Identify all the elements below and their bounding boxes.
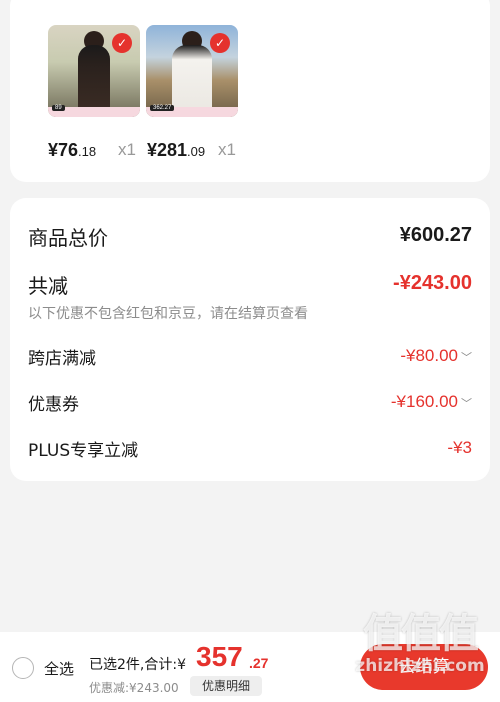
select-all-label[interactable]: 全选 bbox=[44, 658, 74, 679]
total-price-label: 商品总价 bbox=[28, 226, 108, 250]
product-price-2: ¥281.09 bbox=[147, 140, 205, 161]
chevron-down-icon: ﹀ bbox=[461, 352, 472, 364]
discount-label: 跨店满减 bbox=[28, 349, 96, 369]
select-all-radio[interactable] bbox=[12, 657, 34, 679]
discount-label: 优惠券 bbox=[28, 395, 79, 415]
product-qty-1: x1 bbox=[118, 140, 136, 159]
selected-check-icon[interactable]: ✓ bbox=[210, 33, 230, 53]
discount-amount: -¥160.00 bbox=[390, 392, 458, 411]
discount-value: -¥3 bbox=[447, 438, 472, 457]
products-card: 89 ✓ ¥76.18 x1 362.27 ✓ ¥281.09 x1 bbox=[10, 0, 490, 182]
discount-detail-button[interactable]: 优惠明细 bbox=[190, 676, 262, 696]
selected-check-icon[interactable]: ✓ bbox=[112, 33, 132, 53]
total-amount-dec: .27 bbox=[249, 655, 269, 671]
price-summary-card: 商品总价 ¥600.27 共减 -¥243.00 以下优惠不包含红包和京豆，请在… bbox=[10, 198, 490, 481]
total-reduce-value: -¥243.00 bbox=[393, 272, 472, 294]
total-amount-int: 357 bbox=[196, 641, 243, 672]
checkout-bar: 全选 已选2件,合计:¥ 357 .27 优惠减:¥243.00 优惠明细 去结… bbox=[0, 632, 500, 702]
discount-label: PLUS专享立减 bbox=[28, 441, 139, 461]
chevron-down-icon: ﹀ bbox=[461, 398, 472, 410]
discount-value: -¥80.00 ﹀ bbox=[400, 346, 472, 366]
discount-amount: -¥80.00 bbox=[400, 346, 458, 365]
product-price-1: ¥76.18 bbox=[48, 140, 96, 161]
price-int: ¥76 bbox=[48, 140, 79, 160]
checkout-button[interactable]: 去结算 bbox=[360, 644, 488, 690]
product-thumbnail-2[interactable]: 362.27 ✓ bbox=[146, 25, 238, 117]
price-dec: .18 bbox=[78, 144, 97, 159]
total-reduce-label: 共减 bbox=[28, 274, 68, 298]
discount-value: -¥160.00 ﹀ bbox=[391, 392, 472, 412]
discount-summary-text: 优惠减:¥243.00 bbox=[89, 681, 179, 695]
total-price-value: ¥600.27 bbox=[399, 224, 472, 246]
model-dress bbox=[78, 45, 110, 111]
discount-note: 以下优惠不包含红包和京豆，请在结算页查看 bbox=[28, 306, 308, 322]
product-tag-2: 362.27 bbox=[150, 105, 175, 111]
model-coat bbox=[172, 45, 212, 111]
selected-count-text: 已选2件,合计:¥ bbox=[89, 657, 186, 673]
product-thumbnail-1[interactable]: 89 ✓ bbox=[48, 25, 140, 117]
product-tag-1: 89 bbox=[52, 105, 65, 111]
price-int: ¥281 bbox=[147, 140, 188, 160]
product-qty-2: x1 bbox=[218, 140, 236, 159]
price-dec: .09 bbox=[187, 144, 206, 159]
